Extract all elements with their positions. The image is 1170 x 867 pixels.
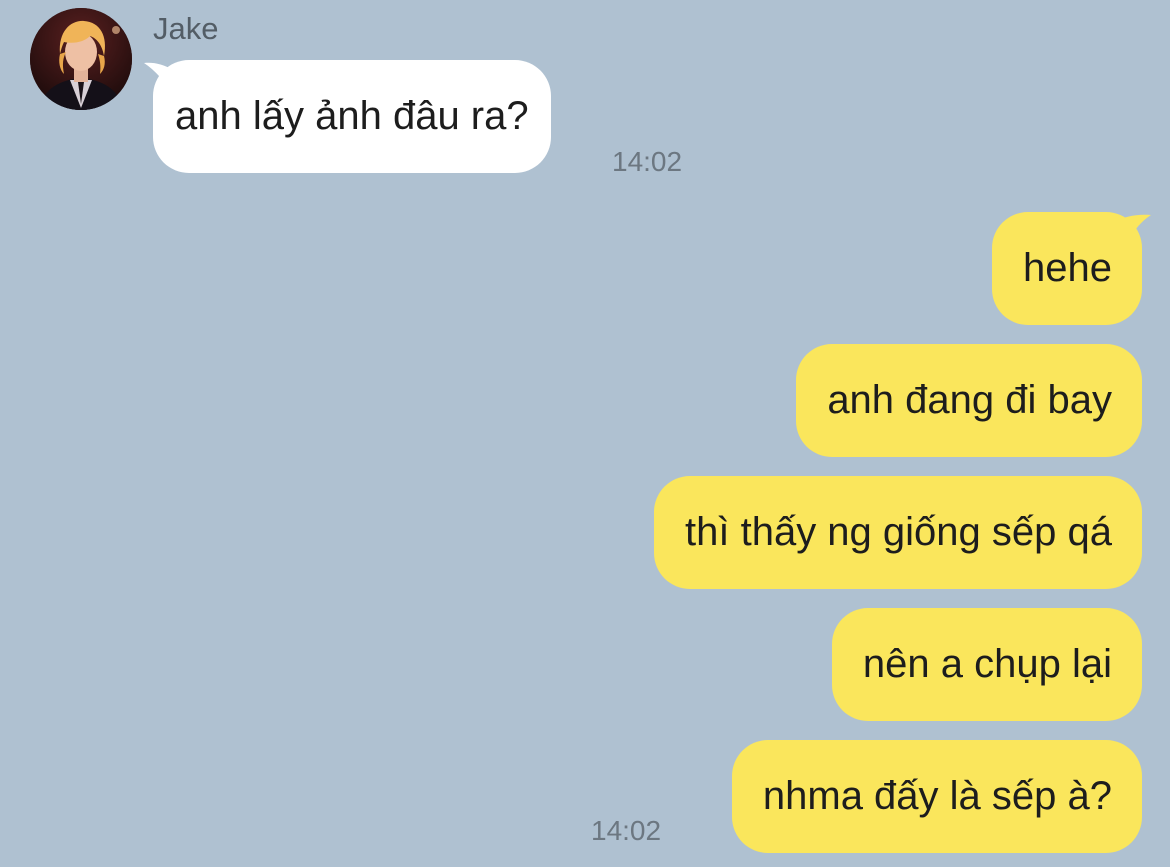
sender-name: Jake bbox=[153, 11, 219, 46]
message-timestamp: 14:02 bbox=[591, 815, 662, 846]
incoming-message-bubble[interactable]: anh lấy ảnh đâu ra? bbox=[153, 60, 551, 173]
outgoing-message-bubble[interactable]: nhma đấy là sếp à? bbox=[731, 740, 1142, 853]
message-text: nhma đấy là sếp à? bbox=[762, 774, 1112, 818]
outgoing-message-bubble[interactable]: thì thấy ng giống sếp qá bbox=[654, 476, 1142, 589]
message-text: nên a chụp lại bbox=[862, 642, 1112, 686]
message-text: anh lấy ảnh đâu ra? bbox=[175, 94, 529, 138]
message-text: hehe bbox=[1023, 246, 1112, 290]
message-text: thì thấy ng giống sếp qá bbox=[685, 510, 1112, 554]
contact-avatar[interactable] bbox=[30, 8, 132, 110]
message-timestamp: 14:02 bbox=[612, 146, 683, 177]
outgoing-message-bubble[interactable]: nên a chụp lại bbox=[831, 608, 1142, 721]
avatar-photo bbox=[30, 8, 132, 110]
outgoing-message-bubble[interactable]: hehe bbox=[992, 212, 1142, 325]
outgoing-message-bubble[interactable]: anh đang đi bay bbox=[796, 344, 1142, 457]
message-text: anh đang đi bay bbox=[827, 378, 1112, 422]
